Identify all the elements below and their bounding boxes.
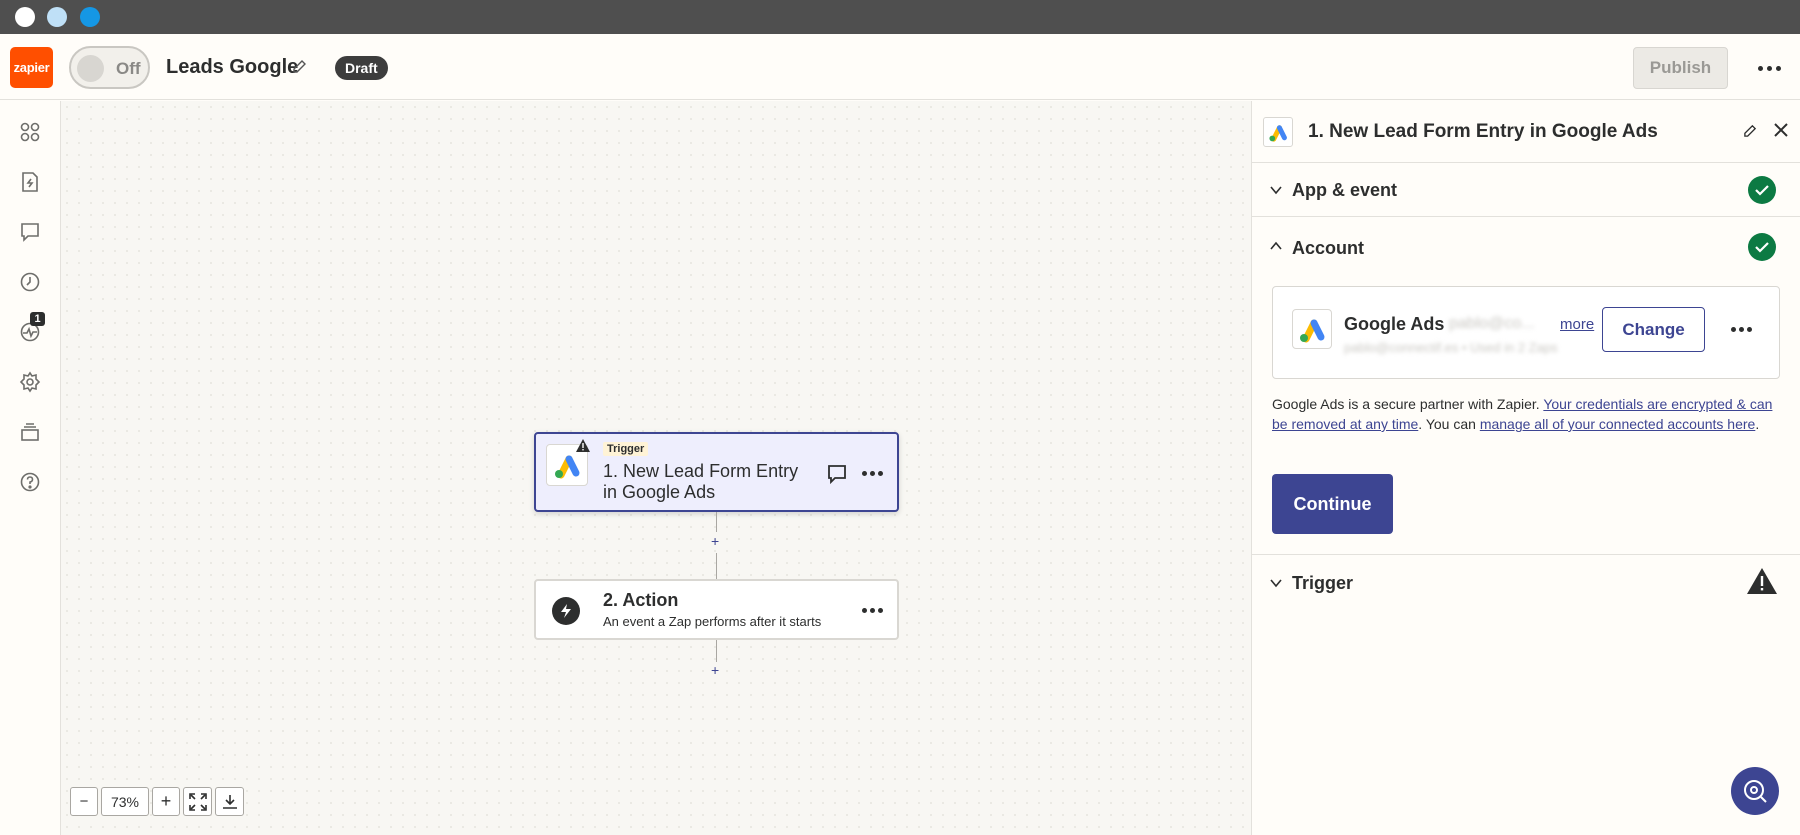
edit-title-pencil-icon[interactable] [291, 58, 307, 76]
account-email: pablo@co... [1449, 315, 1535, 332]
trigger-tag: Trigger [603, 442, 649, 456]
download-icon[interactable] [215, 787, 244, 816]
action-more-icon[interactable] [862, 608, 883, 613]
security-text: . You can [1418, 416, 1480, 432]
security-notice: Google Ads is a secure partner with Zapi… [1272, 394, 1784, 434]
section-app-event[interactable]: App & event [1252, 163, 1800, 217]
check-icon [1748, 176, 1776, 204]
add-step-button[interactable]: + [711, 663, 719, 677]
panel-title: 1. New Lead Form Entry in Google Ads [1308, 121, 1658, 142]
trigger-step-card[interactable]: Trigger 1. New Lead Form Entry in Google… [534, 432, 899, 512]
edit-step-pencil-icon[interactable] [1743, 123, 1758, 138]
chevron-down-icon [1270, 186, 1282, 195]
check-icon [1748, 233, 1776, 261]
history-clock-icon[interactable] [19, 271, 41, 293]
google-ads-icon [1263, 117, 1293, 147]
window-close-dot[interactable] [15, 7, 35, 27]
more-options-icon[interactable] [1755, 56, 1783, 80]
manage-accounts-link[interactable]: manage all of your connected accounts he… [1480, 416, 1756, 432]
account-usage: pablo@connectif.es • Used in 2 Zaps [1344, 340, 1558, 355]
zoom-controls: − 73% + [70, 787, 244, 816]
zapier-logo[interactable]: zapier [10, 47, 53, 88]
section-trigger[interactable]: Trigger [1252, 555, 1800, 609]
fit-screen-icon[interactable] [183, 787, 212, 816]
trigger-more-icon[interactable] [862, 471, 883, 476]
editor-header: zapier Off Leads Google Draft Publish [0, 34, 1800, 100]
account-more-link[interactable]: more [1560, 316, 1594, 333]
window-maximize-dot[interactable] [80, 7, 100, 27]
panel-header: 1. New Lead Form Entry in Google Ads [1252, 101, 1800, 163]
add-comment-icon[interactable] [826, 463, 848, 485]
versions-stack-icon[interactable] [19, 421, 41, 443]
zoom-in-button[interactable]: + [152, 787, 180, 816]
action-step-subtitle: An event a Zap performs after it starts [603, 614, 822, 629]
settings-gear-icon[interactable] [19, 371, 41, 393]
toggle-label: Off [116, 59, 141, 78]
trigger-step-title: 1. New Lead Form Entry in Google Ads [603, 461, 799, 502]
zap-on-off-toggle[interactable]: Off [69, 46, 150, 89]
comment-icon[interactable] [19, 221, 41, 243]
activity-count-badge: 1 [30, 312, 45, 326]
section-label-account[interactable]: Account [1292, 238, 1364, 259]
apps-grid-icon[interactable] [19, 121, 41, 143]
add-step-button[interactable]: + [711, 534, 719, 548]
support-chat-icon[interactable] [1731, 767, 1779, 815]
zap-file-icon[interactable] [19, 171, 41, 193]
publish-button[interactable]: Publish [1633, 47, 1728, 89]
security-text: . [1755, 416, 1760, 432]
window-minimize-dot[interactable] [47, 7, 67, 27]
action-step-title: 2. Action [603, 590, 679, 610]
chevron-up-icon[interactable] [1269, 239, 1283, 253]
zap-title[interactable]: Leads Google [166, 56, 298, 79]
zap-canvas[interactable]: Trigger 1. New Lead Form Entry in Google… [61, 101, 1251, 835]
section-label-trigger: Trigger [1292, 573, 1354, 593]
account-app-name: Google Ads [1344, 314, 1445, 334]
change-account-button[interactable]: Change [1602, 307, 1705, 352]
window-titlebar [0, 0, 1800, 34]
zoom-out-button[interactable]: − [70, 787, 98, 816]
section-label-app-event: App & event [1292, 180, 1398, 200]
google-ads-icon [1292, 309, 1332, 349]
warning-icon [1747, 568, 1777, 594]
connected-account-card: Google Ads pablo@co... more pablo@connec… [1272, 286, 1780, 379]
bolt-icon [552, 597, 580, 625]
security-text: Google Ads is a secure partner with Zapi… [1272, 396, 1544, 412]
connector-line [716, 512, 717, 532]
connector-line [716, 553, 717, 579]
left-sidebar: 1 [0, 101, 61, 835]
account-more-icon[interactable] [1731, 327, 1752, 332]
connector-line [716, 640, 717, 662]
action-step-card[interactable]: 2. Action An event a Zap performs after … [534, 579, 899, 640]
help-question-icon[interactable] [19, 471, 41, 493]
chevron-down-icon [1270, 579, 1282, 588]
toggle-knob [77, 55, 104, 82]
close-icon[interactable] [1772, 121, 1790, 139]
continue-button[interactable]: Continue [1272, 474, 1393, 534]
zoom-level: 73% [101, 787, 149, 816]
step-detail-panel: 1. New Lead Form Entry in Google Ads App… [1251, 101, 1800, 835]
status-badge: Draft [335, 56, 388, 80]
warning-icon [576, 439, 590, 452]
